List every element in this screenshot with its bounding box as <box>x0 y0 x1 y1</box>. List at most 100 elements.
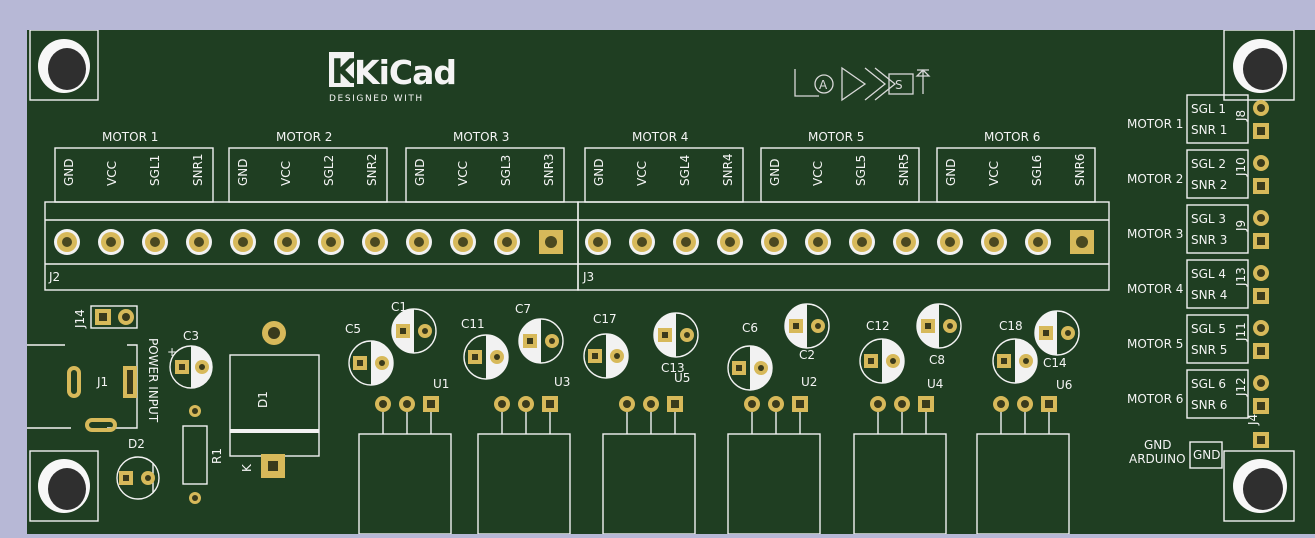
terminal-pad-5 <box>230 229 256 255</box>
motor-label-3: MOTOR 3 <box>453 130 509 144</box>
j2-ref: J2 <box>48 270 60 284</box>
j4-ref: J4 <box>1246 414 1260 426</box>
regulator-u6: U6 <box>976 378 1072 535</box>
regulator-u3: U3 <box>477 375 571 535</box>
gnd-pin-label: GND <box>1193 448 1221 462</box>
svg-text:S: S <box>895 78 903 92</box>
pin-label-2-1: GND <box>236 158 250 186</box>
cap-ref-c18: C18 <box>999 319 1023 333</box>
terminal-pad-7 <box>318 229 344 255</box>
pin-label-5-4: SNR5 <box>897 153 911 186</box>
motor-group-4: MOTOR 4 GND VCC SGL4 SNR4 <box>584 130 744 203</box>
pin-label-3-2: VCC <box>456 161 470 186</box>
capacitor-c17: C17 <box>583 312 629 379</box>
capacitor-c1: C1 <box>391 300 437 354</box>
d1-ref: D1 <box>256 391 270 408</box>
kicad-logo: K KiCad DESIGNED WITH <box>329 52 457 104</box>
terminal-pad-20 <box>893 229 919 255</box>
pin-label-4-1: GND <box>592 158 606 186</box>
right-ref-5: J11 <box>1234 322 1248 342</box>
right-ref-2: J10 <box>1234 157 1248 177</box>
motor-group-2: MOTOR 2 GND VCC SGL2 SNR2 <box>228 130 388 203</box>
capacitor-c11: C11 <box>461 317 509 380</box>
pin-label-4-2: VCC <box>635 161 649 186</box>
cap-ref-c5: C5 <box>345 322 361 336</box>
svg-text:+: + <box>167 345 177 359</box>
right-snr-label-3: SNR 3 <box>1191 233 1227 247</box>
right-snr-label-6: SNR 6 <box>1191 398 1227 412</box>
pin-label-3-3: SGL3 <box>499 155 513 186</box>
regulator-u5: U5 <box>602 371 696 535</box>
right-motor-label-2: MOTOR 2 <box>1127 172 1183 186</box>
reg-ref-u1: U1 <box>433 377 449 391</box>
r1-ref: R1 <box>210 448 224 464</box>
terminal-pad-8 <box>362 229 388 255</box>
pin-label-1-1: GND <box>62 158 76 186</box>
c3-ref: C3 <box>183 329 199 343</box>
mounting-hole-bottom-left <box>29 450 99 522</box>
right-header-column: MOTOR 1SGL 1SNR 1J8MOTOR 2SGL 2SNR 2J10M… <box>1127 94 1269 419</box>
right-sgl-label-6: SGL 6 <box>1191 377 1226 391</box>
right-header-1: MOTOR 1 SGL 1 SNR 1 J8 <box>1127 94 1269 144</box>
terminal-pad-3 <box>142 229 168 255</box>
pin-label-6-4: SNR6 <box>1073 153 1087 186</box>
terminal-pad-4 <box>186 229 212 255</box>
reg-ref-u4: U4 <box>927 377 943 391</box>
right-motor-label-3: MOTOR 3 <box>1127 227 1183 241</box>
terminal-pad-6 <box>274 229 300 255</box>
motor-group-5: MOTOR 5 GND VCC SGL5 SNR5 <box>760 130 920 203</box>
terminal-pads <box>54 229 1094 255</box>
motor-header-groups: MOTOR 1 GND VCC SGL1 SNR1 MOTOR 2 GND VCC SGL2 SN… <box>54 130 1096 203</box>
cap-ref-c17: C17 <box>593 312 617 326</box>
pin-label-1-3: SGL1 <box>148 155 162 186</box>
pin-label-3-1: GND <box>413 158 427 186</box>
k-label: K <box>240 463 254 472</box>
terminal-pad-15 <box>673 229 699 255</box>
gnd-arduino-header: GND ARDUINO GND J4 <box>1129 414 1269 469</box>
capacitor-c8: C8 <box>916 303 962 367</box>
svg-text:A: A <box>819 78 828 92</box>
terminal-pad-9 <box>406 229 432 255</box>
right-header-3: MOTOR 3 SGL 3 SNR 3 J9 <box>1127 204 1269 254</box>
pin-label-6-1: GND <box>944 158 958 186</box>
pin-label-2-3: SGL2 <box>322 155 336 186</box>
terminal-pad-17 <box>761 229 787 255</box>
right-sgl-label-5: SGL 5 <box>1191 322 1226 336</box>
mounting-hole-top-left <box>29 29 99 101</box>
motor-label-1: MOTOR 1 <box>102 130 158 144</box>
pin-label-4-3: SGL4 <box>678 155 692 186</box>
right-header-4: MOTOR 4 SGL 4 SNR 4 J13 <box>1127 259 1269 309</box>
capacitor-c7: C7 <box>515 302 564 364</box>
terminal-pad-11 <box>494 229 520 255</box>
pin-label-6-2: VCC <box>987 161 1001 186</box>
terminal-pad-10 <box>450 229 476 255</box>
reg-ref-u5: U5 <box>674 371 690 385</box>
pin-label-2-4: SNR2 <box>365 153 379 186</box>
kicad-tagline: DESIGNED WITH <box>329 94 424 104</box>
right-motor-label-1: MOTOR 1 <box>1127 117 1183 131</box>
capacitor-c18: C18 <box>992 319 1038 384</box>
reg-ref-u2: U2 <box>801 375 817 389</box>
capacitor-c2: C2 <box>784 303 830 362</box>
reg-ref-u3: U3 <box>554 375 570 389</box>
regulator-group: U1 U3 U5 U2 U4 U6 <box>358 371 1072 535</box>
motor-label-2: MOTOR 2 <box>276 130 332 144</box>
terminal-pad-2 <box>98 229 124 255</box>
pin-label-6-3: SGL6 <box>1030 155 1044 186</box>
right-ref-1: J8 <box>1234 110 1248 122</box>
pin-label-1-4: SNR1 <box>191 153 205 186</box>
right-sgl-label-4: SGL 4 <box>1191 267 1226 281</box>
motor-group-3: MOTOR 3 GND VCC SGL3 SNR3 <box>405 130 565 203</box>
terminal-pad-13 <box>585 229 611 255</box>
terminal-pad-23 <box>1025 229 1051 255</box>
capacitor-c12: C12 <box>859 319 905 384</box>
pin-label-4-4: SNR4 <box>721 153 735 186</box>
right-sgl-label-3: SGL 3 <box>1191 212 1226 226</box>
capacitor-c13: C13 <box>653 312 699 375</box>
mounting-hole-bottom-right <box>1223 450 1295 522</box>
pin-label-5-3: SGL5 <box>854 155 868 186</box>
right-sgl-label-1: SGL 1 <box>1191 102 1226 116</box>
kicad-logo-text: KiCad <box>354 53 456 92</box>
terminal-pad-19 <box>849 229 875 255</box>
cap-ref-c8: C8 <box>929 353 945 367</box>
